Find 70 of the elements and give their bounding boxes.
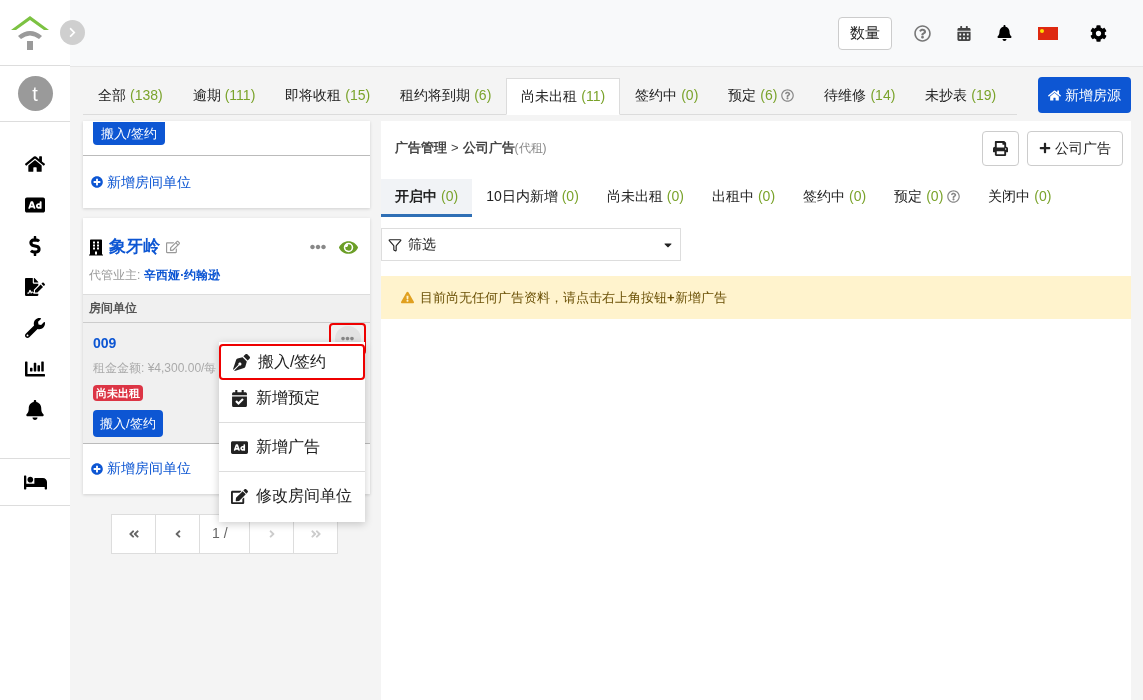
ad-icon[interactable] [25,195,45,215]
menu-item[interactable]: 新增预定 [219,380,365,416]
tab[interactable]: 待维修 (14) [809,77,911,114]
add-icon [91,176,103,189]
tab[interactable]: 尚未出租 (11) [506,78,621,115]
add-icon [91,462,103,475]
tab[interactable]: 预定 (0) [880,179,975,217]
unit-number[interactable]: 009 [93,334,117,351]
menu-item[interactable]: 新增广告 [219,429,365,465]
logo-icon[interactable] [9,13,51,52]
owner-link[interactable]: 辛西娅·约翰逊 [144,265,221,284]
help-icon[interactable] [947,190,961,203]
add-unit-link[interactable]: 新增房间单位 [107,458,191,480]
home-icon [1048,88,1061,102]
tab[interactable]: 逾期 (111) [177,77,271,114]
menu-item[interactable]: 搬入/签约 [219,344,365,380]
building-icon [89,238,103,256]
filter-icon [388,237,402,252]
print-icon [993,140,1008,156]
pen-icon [233,353,250,371]
tab[interactable]: 签约中 (0) [789,179,881,217]
calendar-icon[interactable] [957,25,971,41]
rent-text: 租金金额: ¥4,300.00/每 [93,359,217,377]
edit-icon [231,487,248,505]
owner-label: 代管业主: [89,266,141,284]
breadcrumb-current: 公司广告(代租) [462,139,547,158]
ad-icon [231,438,248,456]
print-button[interactable] [982,130,1019,166]
tab[interactable]: 签约中 (0) [620,77,714,114]
help-icon[interactable] [914,24,931,42]
tab[interactable]: 10日内新增 (0) [472,179,593,217]
count-button[interactable]: 数量 [838,16,892,50]
status-tag: 尚未出租 [93,384,143,402]
breadcrumb-link[interactable]: 广告管理 [395,138,447,158]
help-icon[interactable] [781,89,795,102]
chevron-right-icon [67,27,78,38]
flag-icon[interactable] [1038,26,1058,40]
add-ad-button[interactable]: 公司广告 [1027,130,1123,166]
wrench-icon[interactable] [25,318,45,338]
breadcrumb-separator: > [451,139,459,158]
plus-icon [1039,142,1051,154]
settings-icon[interactable] [1090,24,1107,42]
tab[interactable]: 关闭中 (0) [974,179,1066,217]
home-icon[interactable] [25,154,45,174]
tab[interactable]: 全部 (138) [83,77,178,114]
tab[interactable]: 即将收租 (15) [270,77,386,114]
add-unit-link[interactable]: 新增房间单位 [107,171,191,193]
add-property-button[interactable]: 新增房源 [1038,77,1131,113]
empty-notice: 目前尚无任何广告资料，请点击右上角按钮+新增广告 [420,288,727,307]
filter-dropdown[interactable]: 筛选 [381,228,681,261]
edit-icon[interactable] [166,240,180,254]
tab[interactable]: 出租中 (0) [697,179,790,217]
double-right-icon [309,527,322,540]
sign-button[interactable]: 搬入/签约 [93,409,163,437]
bell-icon[interactable] [25,400,45,420]
tab[interactable]: 未抄表 (19) [910,77,1012,114]
bell-icon[interactable] [997,25,1012,41]
bar-chart-icon[interactable] [25,359,45,379]
tab[interactable]: 预定 (6) [713,77,810,114]
tab[interactable]: 尚未出租 (0) [592,179,698,217]
property-name[interactable]: 象牙岭 [109,234,160,260]
signature-icon[interactable] [25,277,45,297]
sign-button[interactable]: 搬入/签约 [93,122,165,146]
tab[interactable]: 开启中 (0) [381,179,473,217]
units-heading: 房间单位 [83,294,370,323]
menu-item[interactable]: 修改房间单位 [219,478,365,514]
double-left-icon [127,527,140,540]
calendar-check-icon [231,389,248,407]
tab[interactable]: 租约将到期 (6) [385,77,507,114]
warning-icon [401,291,414,304]
